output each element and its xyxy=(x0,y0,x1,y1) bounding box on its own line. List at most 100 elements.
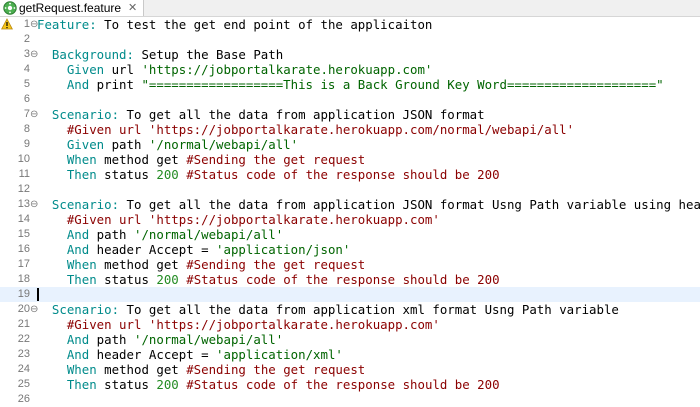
code-line[interactable]: 4 Given url 'https://jobportalkarate.her… xyxy=(0,62,700,77)
code-line[interactable]: 14 #Given url 'https://jobportalkarate.h… xyxy=(0,212,700,227)
code-text: Scenario: To get all the data from appli… xyxy=(37,197,700,212)
code-token: header Accept = xyxy=(89,347,217,362)
code-token: status xyxy=(96,167,157,182)
tab-getrequest-feature[interactable]: getRequest.feature ✕ xyxy=(0,0,144,16)
code-line[interactable]: 11 Then status 200 #Status code of the r… xyxy=(0,167,700,182)
code-token: To get all the data from application JSO… xyxy=(119,107,485,122)
code-text: When method get #Sending the get request xyxy=(37,257,365,272)
code-token: #Sending the get request xyxy=(186,152,366,167)
code-token: status xyxy=(96,377,157,392)
code-line[interactable]: 18 Then status 200 #Status code of the r… xyxy=(0,272,700,287)
code-token: header Accept = xyxy=(89,242,217,257)
code-line[interactable]: 17 When method get #Sending the get requ… xyxy=(0,257,700,272)
code-text: Given url 'https://jobportalkarate.herok… xyxy=(37,62,433,77)
line-number: 8 xyxy=(23,123,30,135)
code-text: Scenario: To get all the data from appli… xyxy=(37,302,619,317)
code-token: Given xyxy=(37,62,105,77)
code-token: Feature: xyxy=(37,17,97,32)
line-number: 19 xyxy=(17,288,30,300)
line-number: 26 xyxy=(17,393,30,405)
code-text: And path '/normal/webapi/all' xyxy=(37,332,283,347)
code-token: 'https://jobportalkarate.herokuapp.com' xyxy=(141,62,433,77)
code-token: And xyxy=(37,347,90,362)
code-line[interactable]: 25 Then status 200 #Status code of the r… xyxy=(0,377,700,392)
line-number: 21 xyxy=(17,318,30,330)
code-token: method get xyxy=(96,257,187,272)
code-token: To get all the data from application xml… xyxy=(119,302,619,317)
code-line[interactable]: 19 xyxy=(0,287,700,302)
code-text: When method get #Sending the get request xyxy=(37,152,365,167)
code-token: #Given url 'https://jobportalkarate.hero… xyxy=(37,212,440,227)
code-text: And header Accept = 'application/xml' xyxy=(37,347,343,362)
code-token: '/normal/webapi/all' xyxy=(148,137,299,152)
code-text: #Given url 'https://jobportalkarate.hero… xyxy=(37,122,574,137)
code-token: Scenario: xyxy=(37,197,120,212)
code-token: print xyxy=(89,77,142,92)
code-line[interactable]: 1 ⊖ Feature: To test the get end point of … xyxy=(0,17,700,32)
code-token: Then xyxy=(37,377,97,392)
code-editor[interactable]: 1 ⊖ Feature: To test the get end point of … xyxy=(0,17,700,406)
code-token: #Given url 'https://jobportalkarate.hero… xyxy=(37,122,575,137)
line-number: 17 xyxy=(17,258,30,270)
code-token: '/normal/webapi/all' xyxy=(133,332,284,347)
code-token: #Given url 'https://jobportalkarate.hero… xyxy=(37,317,440,332)
line-number: 10 xyxy=(17,153,30,165)
code-token: When xyxy=(37,362,97,377)
code-text: #Given url 'https://jobportalkarate.hero… xyxy=(37,212,440,227)
code-token: To get all the data from application JSO… xyxy=(119,197,700,212)
code-line[interactable]: 24 When method get #Sending the get requ… xyxy=(0,362,700,377)
code-line[interactable]: 12 xyxy=(0,182,700,197)
code-line[interactable]: 16 And header Accept = 'application/json… xyxy=(0,242,700,257)
line-number: 13 xyxy=(17,198,30,210)
code-line[interactable]: 2 xyxy=(0,32,700,47)
code-text: Scenario: To get all the data from appli… xyxy=(37,107,485,122)
code-text: When method get #Sending the get request xyxy=(37,362,365,377)
line-number: 6 xyxy=(23,93,30,105)
code-token: #Status code of the response should be 2… xyxy=(186,167,500,182)
code-line[interactable]: 10 When method get #Sending the get requ… xyxy=(0,152,700,167)
line-number: 4 xyxy=(23,63,30,75)
code-line[interactable]: 9 Given path '/normal/webapi/all' xyxy=(0,137,700,152)
code-line[interactable]: 22 And path '/normal/webapi/all' xyxy=(0,332,700,347)
code-token: And xyxy=(37,227,90,242)
code-line[interactable]: 26 xyxy=(0,392,700,407)
code-line[interactable]: 8 #Given url 'https://jobportalkarate.he… xyxy=(0,122,700,137)
line-number: 25 xyxy=(17,378,30,390)
close-icon[interactable]: ✕ xyxy=(128,0,137,16)
line-number: 12 xyxy=(17,183,30,195)
code-token: path xyxy=(89,227,134,242)
code-line[interactable]: 15 And path '/normal/webapi/all' xyxy=(0,227,700,242)
code-token: url xyxy=(104,62,142,77)
code-text: Then status 200 #Status code of the resp… xyxy=(37,377,500,392)
code-line[interactable]: 13 ⊖ Scenario: To get all the data from a… xyxy=(0,197,700,212)
code-token: status xyxy=(96,272,157,287)
code-token: method get xyxy=(96,362,187,377)
code-line[interactable]: 7 ⊖ Scenario: To get all the data from ap… xyxy=(0,107,700,122)
code-token: And xyxy=(37,77,90,92)
line-number: 22 xyxy=(17,333,30,345)
code-text: And path '/normal/webapi/all' xyxy=(37,227,283,242)
code-token: Background: xyxy=(37,47,134,62)
code-token: '/normal/webapi/all' xyxy=(133,227,284,242)
line-number: 23 xyxy=(17,348,30,360)
code-line[interactable]: 5 And print "==================This is a… xyxy=(0,77,700,92)
code-token: #Sending the get request xyxy=(186,362,366,377)
code-token: And xyxy=(37,242,90,257)
code-token: #Status code of the response should be 2… xyxy=(186,272,500,287)
code-token: And xyxy=(37,332,90,347)
code-line[interactable]: 6 xyxy=(0,92,700,107)
code-token: 'application/xml' xyxy=(216,347,343,362)
code-token: #Sending the get request xyxy=(186,257,366,272)
code-token: To test the get end point of the applica… xyxy=(96,17,433,32)
line-number: 20 xyxy=(17,303,30,315)
code-line[interactable]: 3 ⊖ Background: Setup the Base Path xyxy=(0,47,700,62)
code-line[interactable]: 21 #Given url 'https://jobportalkarate.h… xyxy=(0,317,700,332)
code-token: Then xyxy=(37,167,97,182)
line-number: 15 xyxy=(17,228,30,240)
line-number: 18 xyxy=(17,273,30,285)
code-line[interactable]: 20 ⊖ Scenario: To get all the data from a… xyxy=(0,302,700,317)
line-number: 7 xyxy=(23,108,30,120)
code-line[interactable]: 23 And header Accept = 'application/xml' xyxy=(0,347,700,362)
code-text: Given path '/normal/webapi/all' xyxy=(37,137,298,152)
code-text: And header Accept = 'application/json' xyxy=(37,242,351,257)
